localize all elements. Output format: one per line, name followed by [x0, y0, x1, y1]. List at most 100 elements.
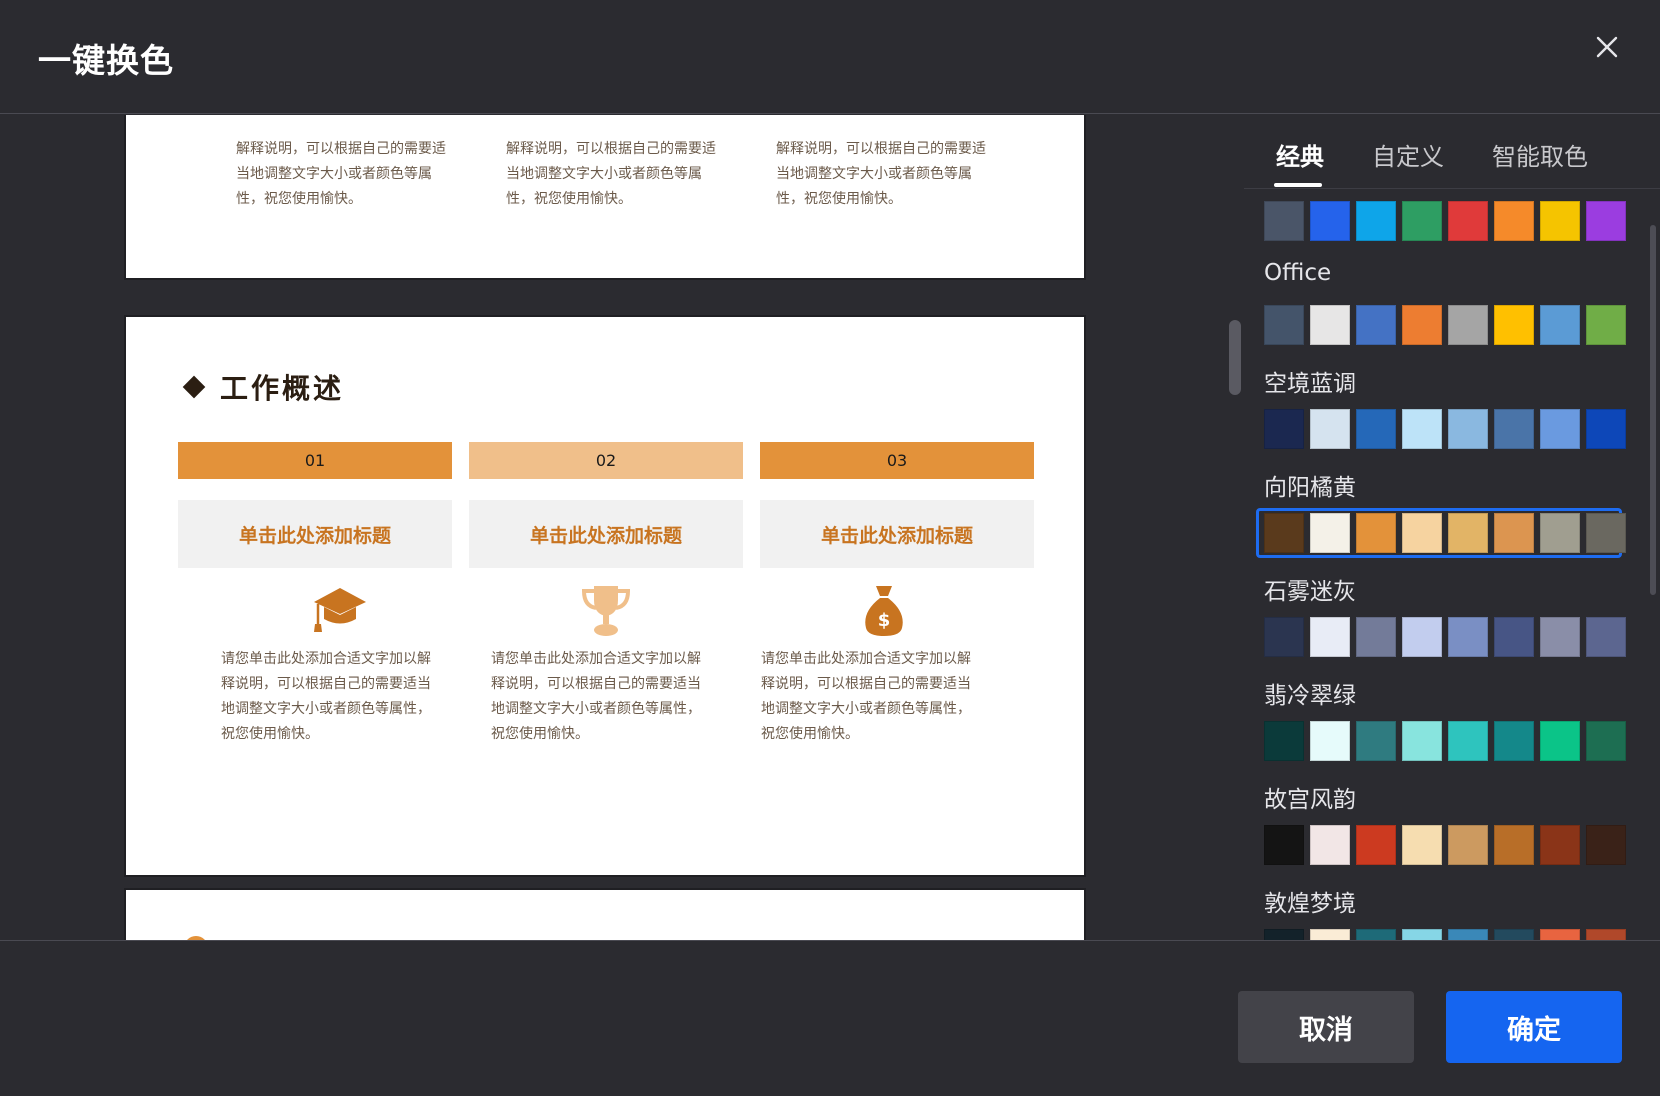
color-swatch — [1448, 617, 1488, 657]
palette-row[interactable] — [1256, 820, 1626, 870]
number-label: 03 — [886, 451, 908, 470]
color-swatch — [1356, 305, 1396, 345]
palette-row[interactable] — [1256, 196, 1626, 246]
color-swatch — [1264, 513, 1304, 553]
confirm-button[interactable]: 确定 — [1446, 991, 1622, 1063]
slide1-paragraph-2: 解释说明，可以根据自己的需要适当地调整文字大小或者颜色等属性，祝您使用愉快。 — [506, 141, 716, 207]
palette-row[interactable] — [1256, 508, 1626, 558]
color-swatch — [1356, 409, 1396, 449]
color-swatch — [1402, 201, 1442, 241]
color-swatch — [1586, 305, 1626, 345]
color-swatch — [1540, 201, 1580, 241]
color-swatch — [1586, 929, 1626, 940]
color-swatch — [1310, 513, 1350, 553]
number-bar-03: 03 — [760, 442, 1034, 479]
color-swatch — [1540, 929, 1580, 940]
palette-name: 向阳橘黄 — [1264, 475, 1356, 501]
number-label: 01 — [304, 451, 326, 470]
slide-preview-2[interactable]: 工作概述 01 单击此处添加标题 请您单击此处添加合适文字加以解释说明，可以根据… — [124, 315, 1086, 877]
color-swatch — [1448, 409, 1488, 449]
trophy-icon — [581, 586, 631, 636]
palette-row[interactable] — [1256, 716, 1626, 766]
tab-smart-pick[interactable]: 智能取色 — [1492, 137, 1588, 172]
color-swatch — [1586, 513, 1626, 553]
tab-classic[interactable]: 经典 — [1276, 137, 1324, 172]
active-tab-indicator — [1274, 183, 1322, 187]
close-icon[interactable] — [1590, 30, 1624, 64]
color-swatch — [1540, 409, 1580, 449]
card-title-3: 单击此处添加标题 — [760, 500, 1034, 568]
palette-name: 翡冷翠绿 — [1264, 683, 1356, 709]
color-swatch — [1586, 825, 1626, 865]
slide-preview-3[interactable] — [124, 888, 1086, 940]
palette-name: Office — [1264, 260, 1332, 286]
color-swatch — [1402, 721, 1442, 761]
number-label: 02 — [595, 451, 617, 470]
color-swatch — [1310, 721, 1350, 761]
color-swatch — [1356, 513, 1396, 553]
money-bag-icon: $ — [865, 586, 903, 636]
palette-scrollbar[interactable] — [1650, 225, 1656, 595]
color-swatch — [1264, 825, 1304, 865]
color-swatch — [1448, 721, 1488, 761]
palette-row[interactable] — [1256, 300, 1626, 350]
color-swatch — [1494, 721, 1534, 761]
color-swatch — [1586, 721, 1626, 761]
section-title: 工作概述 — [182, 367, 344, 407]
palette-row[interactable] — [1256, 404, 1626, 454]
card-title-1: 单击此处添加标题 — [178, 500, 452, 568]
color-swatch — [1356, 201, 1396, 241]
tab-bar: 经典 自定义 智能取色 — [1244, 115, 1660, 189]
color-swatch — [1264, 201, 1304, 241]
color-swatch — [1540, 305, 1580, 345]
palette-name: 石雾迷灰 — [1264, 579, 1356, 605]
number-bar-01: 01 — [178, 442, 452, 479]
cancel-button[interactable]: 取消 — [1238, 991, 1414, 1063]
color-swatch — [1448, 305, 1488, 345]
color-swatch — [1586, 201, 1626, 241]
tab-custom[interactable]: 自定义 — [1372, 137, 1444, 172]
diamond-bullet-icon — [182, 375, 206, 399]
color-swatch — [1402, 825, 1442, 865]
color-swatch — [1494, 929, 1534, 940]
color-swatch — [1540, 825, 1580, 865]
palette-name: 空境蓝调 — [1264, 371, 1356, 397]
color-swatch — [1448, 513, 1488, 553]
color-swatch — [1494, 825, 1534, 865]
column-paragraph-1: 请您单击此处添加合适文字加以解释说明，可以根据自己的需要适当地调整文字大小或者颜… — [221, 651, 431, 742]
preview-scrollbar[interactable] — [1229, 320, 1241, 395]
color-swatch — [1402, 617, 1442, 657]
color-swatch — [1402, 513, 1442, 553]
color-scheme-panel: 经典 自定义 智能取色 Office 空境蓝调 向阳橘黄 石雾迷灰 翡冷翠绿 故宫风韵 敦煌… — [1244, 115, 1660, 940]
color-swatch — [1494, 201, 1534, 241]
slide1-paragraph-3: 解释说明，可以根据自己的需要适当地调整文字大小或者颜色等属性，祝您使用愉快。 — [776, 141, 986, 207]
slide-preview-area[interactable]: 解释说明，可以根据自己的需要适当地调整文字大小或者颜色等属性，祝您使用愉快。 解… — [0, 115, 1230, 940]
color-swatch — [1586, 617, 1626, 657]
column-paragraph-3: 请您单击此处添加合适文字加以解释说明，可以根据自己的需要适当地调整文字大小或者颜… — [761, 651, 971, 742]
color-swatch — [1264, 305, 1304, 345]
color-swatch — [1310, 929, 1350, 940]
color-swatch — [1448, 929, 1488, 940]
color-swatch — [1356, 929, 1396, 940]
color-swatch — [1540, 617, 1580, 657]
color-swatch — [1356, 825, 1396, 865]
color-swatch — [1448, 201, 1488, 241]
color-swatch — [1264, 617, 1304, 657]
color-swatch — [1540, 721, 1580, 761]
color-swatch — [1356, 721, 1396, 761]
color-swatch — [1586, 409, 1626, 449]
dialog-title: 一键换色 — [38, 41, 174, 80]
slide-preview-1[interactable]: 解释说明，可以根据自己的需要适当地调整文字大小或者颜色等属性，祝您使用愉快。 解… — [124, 115, 1086, 280]
color-swatch — [1310, 617, 1350, 657]
color-swatch — [1448, 825, 1488, 865]
color-swatch — [1310, 305, 1350, 345]
color-swatch — [1310, 409, 1350, 449]
palette-list[interactable]: Office 空境蓝调 向阳橘黄 石雾迷灰 翡冷翠绿 故宫风韵 敦煌梦境 — [1244, 190, 1660, 940]
color-swatch — [1264, 721, 1304, 761]
slide1-paragraph-1: 解释说明，可以根据自己的需要适当地调整文字大小或者颜色等属性，祝您使用愉快。 — [236, 141, 446, 207]
palette-row[interactable] — [1256, 924, 1626, 940]
palette-row[interactable] — [1256, 612, 1626, 662]
color-swatch — [1494, 409, 1534, 449]
color-swatch — [1494, 617, 1534, 657]
color-swatch — [1540, 513, 1580, 553]
